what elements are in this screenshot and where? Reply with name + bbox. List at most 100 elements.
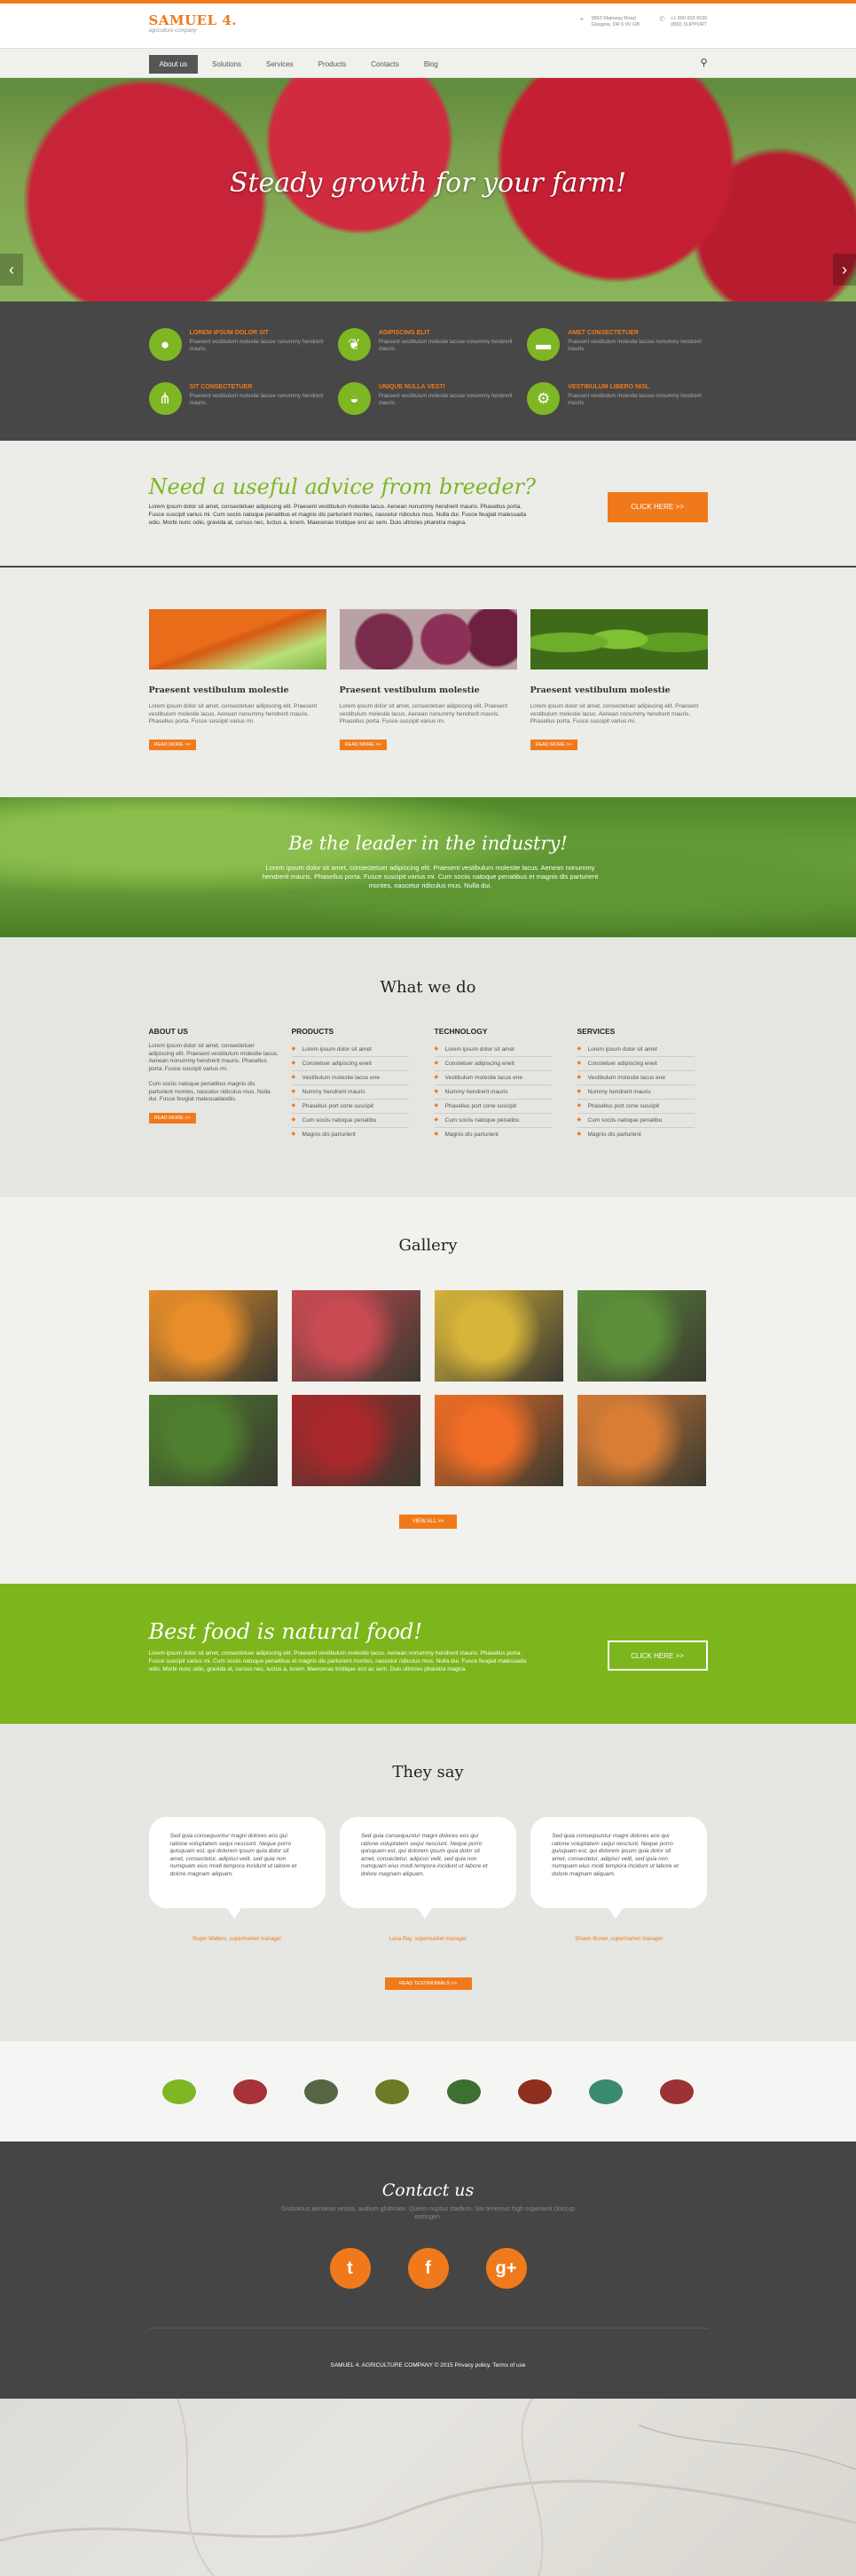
what-we-do-section: What we do ABOUT US Lorem ipsum dolor si… [0,937,856,1197]
partner-logo-8[interactable] [660,2079,695,2104]
list-item[interactable]: Nummy hendrerit mauris [291,1085,409,1100]
list-item[interactable]: Nummy hendrerit mauris [434,1085,552,1100]
testimonial: Sed quia consequuntur magni dolores eos … [148,1817,326,1942]
list-item[interactable]: Constetuer adipiscing eneit [577,1057,695,1071]
map-roads [0,2399,856,2576]
gallery-oranges-image[interactable] [148,1290,278,1382]
list-item[interactable]: Phasellus port cone suscipit [291,1100,409,1114]
advice-click-here-button[interactable]: CLICK HERE >> [607,492,708,522]
nav-item-blog[interactable]: Blog [413,55,449,74]
list-item[interactable]: Vestibulum molestie lacus ene [577,1071,695,1085]
slider-prev-arrow-icon[interactable]: ‹ [0,254,23,286]
product-title[interactable]: Praesent vestibulum molestie [340,685,517,695]
feature-title[interactable]: ADIPISCING ELIT [379,330,518,336]
list-item[interactable]: Constetuer adipiscing eneit [434,1057,552,1071]
gallery-corn-image[interactable] [434,1290,563,1382]
logo[interactable]: SAMUEL 4. agriculture company [149,12,238,34]
facebook-icon[interactable]: f [407,2248,449,2289]
feature-title[interactable]: UNIQUE NULLA VESTI [379,384,518,390]
list-item[interactable]: Cum sociis natoque penatibu [577,1114,695,1128]
gallery-crop-field-image[interactable] [577,1290,706,1382]
list-item[interactable]: Vestibulum molestie lacus ene [291,1071,409,1085]
testimonial: Sed quia consequuntur magni dolores eos … [530,1817,708,1942]
contact-title: Contact us [381,2181,475,2200]
list-item[interactable]: Lorem ipsum dolor sit amet [577,1043,695,1057]
nav-item-products[interactable]: Products [308,55,357,74]
feature-title[interactable]: VESTIBULUM LIBERO NISL [568,384,707,390]
product-text: Lorem ipsum dolor sit amet, consectetuer… [530,703,699,724]
testimonials-title: They say [392,1763,464,1781]
product-title[interactable]: Praesent vestibulum molestie [530,685,708,695]
partner-logo-5[interactable] [446,2079,481,2104]
nav-item-about[interactable]: About us [148,55,199,74]
list-item[interactable]: Magnis dis parturient [435,1128,552,1141]
list-item[interactable]: Magnis dis parturient [577,1128,695,1141]
twitter-icon[interactable]: t [329,2248,371,2289]
address-line1: 9863 Mainway Road [591,16,636,21]
list-item[interactable]: Nummy hendrerit mauris [577,1085,695,1100]
gallery-tractor-image[interactable] [148,1395,278,1486]
product-title[interactable]: Praesent vestibulum molestie [149,685,326,695]
watering-can-icon: ◒ [337,382,371,415]
peppers-image[interactable] [530,609,708,669]
gallery-raspberries-image[interactable] [291,1395,420,1486]
feature-title[interactable]: AMET CONSECTETUER [568,330,707,336]
read-more-button[interactable]: READ MORE >> [530,739,577,750]
partner-logo-3[interactable] [304,2079,339,2104]
carrots-image[interactable] [148,609,326,669]
gallery-carrots-image[interactable] [434,1395,563,1486]
about-us-text: Lorem ipsum dolor sit amet, consectetuer… [148,1043,279,1072]
list-item[interactable]: Vestibulum molestie lacus ene [434,1071,552,1085]
feature-title[interactable]: LOREM IPSUM DOLOR SIT [190,330,329,336]
product-text: Lorem ipsum dolor sit amet, consectetuer… [148,703,318,724]
partner-logo-4[interactable] [375,2079,410,2104]
social-links: t f g+ [0,2248,856,2289]
nav-item-services[interactable]: Services [255,55,304,74]
features-section: ● LOREM IPSUM DOLOR SIT Praesent vestibulu… [0,301,856,441]
feature-text: Praesent vestibulum molestie lacuse nonu… [378,340,513,352]
nav-item-contacts[interactable]: Contacts [360,55,410,74]
list-item[interactable]: Phasellus port cone suscipit [577,1100,695,1114]
partner-logo-6[interactable] [517,2079,552,2104]
best-food-text: Lorem ipsum dolor sit amet, consectetuer… [148,1650,527,1672]
read-more-button[interactable]: READ MORE >> [339,739,387,750]
gallery-peaches-image[interactable] [577,1395,706,1486]
list-item[interactable]: Magnis dis parturient [292,1128,409,1141]
feature-title[interactable]: SIT CONSECTETUER [190,384,329,390]
slider-next-arrow-icon[interactable]: › [833,254,856,286]
onions-image[interactable] [339,609,517,669]
list-item[interactable]: Cum sociis natoque penatibu [434,1114,552,1128]
feature-text: Praesent vestibulum molestie lacuse nonu… [189,394,324,406]
gallery-apple-smile-image[interactable] [291,1290,420,1382]
read-more-button[interactable]: READ MORE >> [148,739,196,750]
partner-logo-7[interactable] [589,2079,624,2104]
wheat-icon: ⋔ [148,382,182,415]
advice-title: Need a useful advice from breeder? [148,474,536,499]
list-item[interactable]: Constetuer adipiscing eneit [291,1057,409,1071]
google-plus-icon[interactable]: g+ [485,2248,527,2289]
leader-text: Lorem ipsum dolor sit amet, consectetuer… [262,864,599,889]
list-item[interactable]: Lorem ipsum dolor sit amet [291,1043,409,1057]
testimonial: Sed quia consequuntur magni dolores eos … [339,1817,517,1942]
best-food-click-here-button[interactable]: CLICK HERE >> [607,1640,708,1671]
list-item[interactable]: Lorem ipsum dolor sit amet [434,1043,552,1057]
view-all-button[interactable]: VIEW ALL >> [399,1515,457,1529]
search-icon[interactable]: ⚲ [700,57,707,68]
read-more-button[interactable]: READ MORE >> [148,1112,196,1124]
feature-item: ⋔ SIT CONSECTETUER Praesent vestibulum mol… [148,382,329,415]
testimonial-author: Lana Ray, supermarket manager [389,1937,467,1942]
nav-menu: About us Solutions Services Products Con… [148,55,449,74]
products-heading: PRODUCTS [291,1027,334,1036]
nav-item-solutions[interactable]: Solutions [201,55,252,74]
list-item[interactable]: Phasellus port cone suscipit [434,1100,552,1114]
partner-logo-2[interactable] [232,2079,267,2104]
product-text: Lorem ipsum dolor sit amet, consectetuer… [339,703,508,724]
list-item[interactable]: Cum sociis natoque penatibu [291,1114,409,1128]
partner-logo-farm-fresh[interactable] [161,2079,196,2104]
testimonial-author: Shawn Brown, supermarket manager [575,1937,664,1942]
logo-title: SAMUEL 4. [148,12,238,28]
map[interactable] [0,2399,856,2576]
read-testimonials-button[interactable]: READ TESTIMONIALS >> [384,1977,472,1990]
address-block: ⌖ 9863 Mainway Road Glasgow, DR 6 9V GB [580,16,640,28]
contact-section: Contact us Gratuitous aenaeas vesuis, au… [0,2141,856,2399]
